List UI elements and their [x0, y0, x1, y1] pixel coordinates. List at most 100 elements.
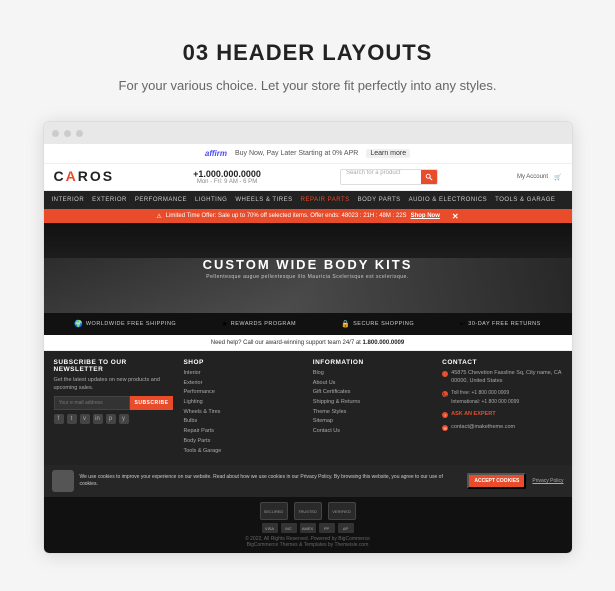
nav-performance[interactable]: PERFORMANCE [135, 197, 187, 203]
social-facebook[interactable]: f [54, 414, 64, 424]
search-input[interactable]: Search for a product [341, 170, 421, 184]
social-linkedin[interactable]: in [93, 414, 103, 424]
logo[interactable]: CAROS [54, 168, 115, 186]
newsletter-input[interactable] [54, 396, 130, 410]
nav-tools[interactable]: TOOLS & GARAGE [495, 197, 555, 203]
page-heading: 03 HEADER LAYOUTS [183, 40, 433, 66]
my-account[interactable]: My Account [517, 174, 548, 181]
nav-exterior[interactable]: EXTERIOR [92, 197, 127, 203]
info-theme[interactable]: Theme Styles [313, 409, 432, 417]
nav-lighting[interactable]: LIGHTING [195, 197, 227, 203]
nav-body[interactable]: BODY PARTS [358, 197, 401, 203]
info-about[interactable]: About Us [313, 380, 432, 388]
promo-bar: ⚠ Limited Time Offer: Sale up to 70% off… [44, 209, 572, 223]
affirm-text: Buy Now, Pay Later Starting at 0% APR [235, 150, 358, 157]
info-sitemap[interactable]: Sitemap [313, 418, 432, 426]
shop-tools[interactable]: Tools & Garage [183, 448, 302, 456]
browser-frame: affirm Buy Now, Pay Later Starting at 0%… [43, 121, 573, 554]
search-box[interactable]: Search for a product [340, 169, 438, 185]
browser-dot-2 [64, 130, 71, 137]
promo-text: Limited Time Offer: Sale up to 70% off s… [166, 213, 407, 219]
newsletter-button[interactable]: SUBSCRIBE [130, 396, 174, 410]
affirm-bar: affirm Buy Now, Pay Later Starting at 0%… [44, 144, 572, 164]
nav-wheels[interactable]: WHEELS & TIRES [235, 197, 292, 203]
shop-performance[interactable]: Performance [183, 389, 302, 397]
affirm-link[interactable]: Learn more [366, 149, 410, 158]
trust-badge-3: VERIFIED [328, 502, 356, 520]
page-wrapper: 03 HEADER LAYOUTS For your various choic… [0, 0, 615, 591]
intl-label: International: +1 800 000 0099 [451, 399, 519, 406]
shop-exterior[interactable]: Exterior [183, 380, 302, 388]
affirm-logo: affirm [205, 149, 227, 158]
trust-badges: SECURED TRUSTED VERIFIED [54, 502, 562, 520]
shop-bulbs[interactable]: Bulbs [183, 418, 302, 426]
hero-content: CUSTOM WIDE BODY KITS Pellentesque augue… [203, 257, 413, 280]
social-twitter[interactable]: t [67, 414, 77, 424]
info-contact[interactable]: Contact Us [313, 428, 432, 436]
info-blog[interactable]: Blog [313, 370, 432, 378]
browser-dot-1 [52, 130, 59, 137]
page-subtitle: For your various choice. Let your store … [119, 78, 497, 93]
phone-number: +1.000.000.0000 [193, 169, 261, 179]
feature-shipping-text: WORLDWIDE FREE SHIPPING [86, 321, 176, 327]
ask-expert[interactable]: ASK AN EXPERT [451, 411, 495, 419]
info-title: INFORMATION [313, 359, 432, 366]
feature-rewards: ★ REWARDS PROGRAM [221, 320, 296, 328]
promo-icon: ⚠ [156, 213, 161, 220]
browser-dot-3 [76, 130, 83, 137]
feature-secure: 🔒 SECURE SHOPPING [341, 320, 414, 328]
feature-shipping: 🌍 WORLDWIDE FREE SHIPPING [74, 320, 176, 328]
info-gift[interactable]: Gift Certificates [313, 389, 432, 397]
features-bar: 🌍 WORLDWIDE FREE SHIPPING ★ REWARDS PROG… [44, 313, 572, 335]
shop-wheels[interactable]: Wheels & Tires [183, 409, 302, 417]
cart-icon[interactable]: 🛒 [554, 174, 561, 181]
contact-address-item: 📍 45875 Chevetion Fassline Sq, City name… [442, 370, 561, 387]
rewards-icon: ★ [221, 320, 227, 328]
accept-cookies-button[interactable]: ACCEPT COOKIES [467, 473, 526, 489]
nav-interior[interactable]: INTERIOR [52, 197, 85, 203]
toll-free-number: +1 800 000 0009 [471, 390, 509, 396]
toll-free-label: Toll free: +1 800 000 0009 [451, 390, 519, 397]
visa-icon: VISA [262, 523, 278, 533]
secure-icon: 🔒 [341, 320, 350, 328]
shop-repair[interactable]: Repair Parts [183, 428, 302, 436]
feature-returns-text: 30-DAY FREE RETURNS [468, 321, 541, 327]
search-button[interactable] [421, 170, 437, 184]
nav-audio[interactable]: AUDIO & ELECTRONICS [409, 197, 488, 203]
logo-text: CAROS [54, 168, 115, 184]
applepay-icon: AP [338, 523, 354, 533]
promo-close[interactable]: ✕ [452, 212, 459, 221]
shop-body[interactable]: Body Parts [183, 438, 302, 446]
social-pinterest[interactable]: p [106, 414, 116, 424]
contact-ask-item: ? ASK AN EXPERT [442, 411, 561, 421]
browser-bar [44, 122, 572, 144]
nav-repair[interactable]: REPAIR PARTS [301, 197, 350, 203]
newsletter-form: SUBSCRIBE [54, 396, 174, 410]
amex-icon: AMEX [300, 523, 316, 533]
phone-icon: 📞 [442, 391, 448, 397]
feature-returns: ↩ 30-DAY FREE RETURNS [459, 320, 540, 328]
social-vimeo[interactable]: v [80, 414, 90, 424]
social-youtube[interactable]: y [119, 414, 129, 424]
shop-interior[interactable]: Interior [183, 370, 302, 378]
nav-bar: INTERIOR EXTERIOR PERFORMANCE LIGHTING W… [44, 191, 572, 209]
contact-email: contact@maketheme.com [451, 424, 515, 432]
contact-address: 45875 Chevetion Fassline Sq, City name, … [451, 370, 561, 385]
search-icon [425, 173, 433, 181]
paypal-icon: PP [319, 523, 335, 533]
address-icon: 📍 [442, 371, 448, 377]
feature-secure-text: SECURE SHOPPING [353, 321, 414, 327]
contact-email-item: ✉ contact@maketheme.com [442, 424, 561, 434]
email-icon: ✉ [442, 425, 448, 431]
social-icons: f t v in p y [54, 414, 174, 424]
info-shipping[interactable]: Shipping & Returns [313, 399, 432, 407]
footer-info-col: INFORMATION Blog About Us Gift Certifica… [313, 359, 432, 457]
promo-link[interactable]: Shop Now [411, 213, 440, 219]
privacy-policy-link[interactable]: Privacy Policy [532, 478, 563, 484]
shop-lighting[interactable]: Lighting [183, 399, 302, 407]
cookie-bar: We use cookies to improve your experienc… [44, 465, 572, 497]
contact-phone-details: Toll free: +1 800 000 0009 International… [451, 390, 519, 408]
cookie-avatar [52, 470, 74, 492]
hero-section: CUSTOM WIDE BODY KITS Pellentesque augue… [44, 223, 572, 313]
expert-icon: ? [442, 412, 448, 418]
